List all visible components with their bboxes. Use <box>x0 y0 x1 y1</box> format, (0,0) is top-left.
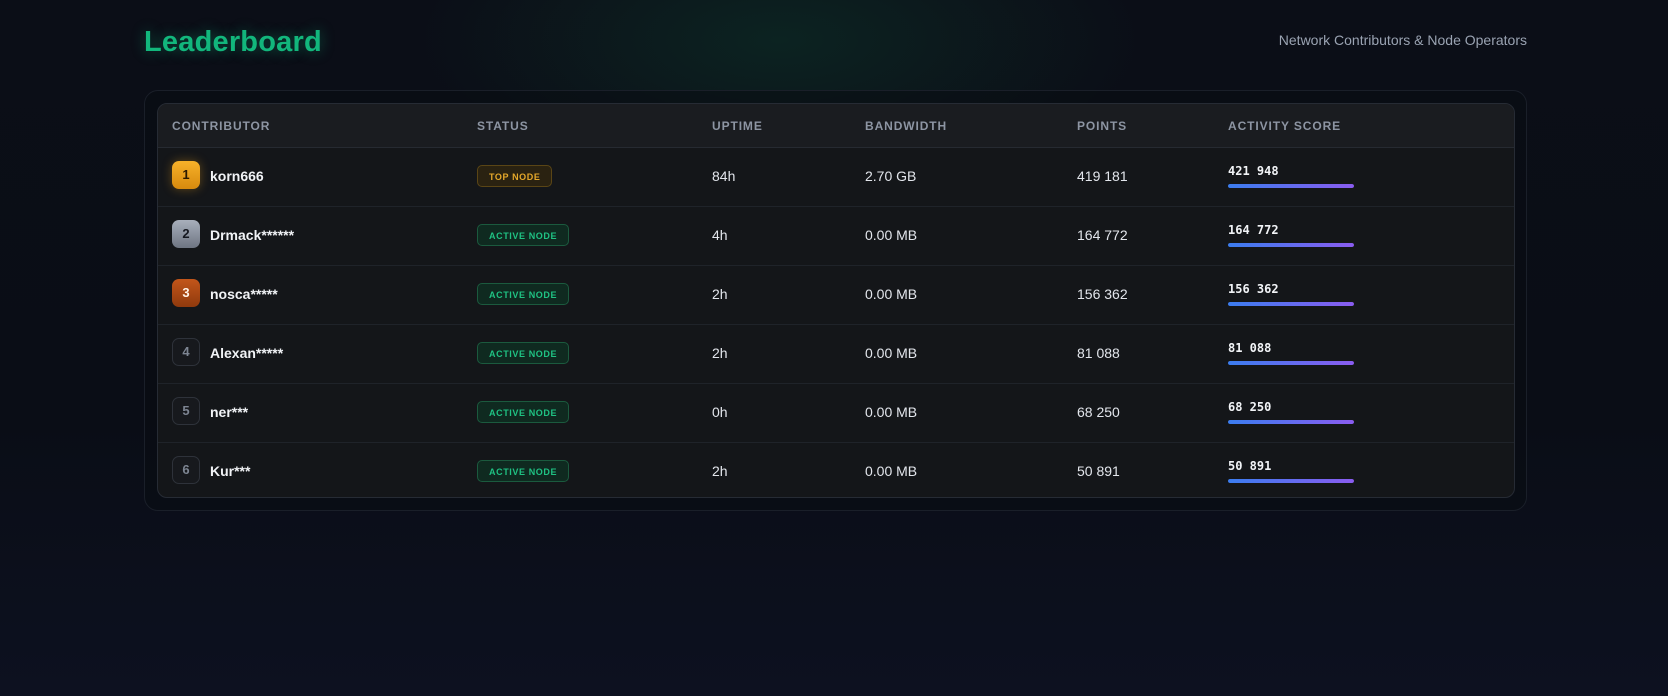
activity-score-bar <box>1228 420 1354 424</box>
activity-score-value: 164 772 <box>1228 223 1279 237</box>
table-row[interactable]: 1 korn666 TOP NODE 84h 2.70 GB 419 181 4… <box>158 148 1514 207</box>
points-value: 81 088 <box>1077 345 1120 361</box>
contributor-name[interactable]: korn666 <box>210 168 264 184</box>
uptime-value: 2h <box>712 345 728 361</box>
column-header-contributor[interactable]: CONTRIBUTOR <box>172 119 270 133</box>
bandwidth-value: 0.00 MB <box>865 463 918 479</box>
status-badge: ACTIVE NODE <box>477 342 570 364</box>
activity-score-bar <box>1228 184 1354 188</box>
status-badge: ACTIVE NODE <box>477 224 570 246</box>
uptime-value: 2h <box>712 286 728 302</box>
column-header-status[interactable]: STATUS <box>477 119 529 133</box>
points-value: 419 181 <box>1077 168 1128 184</box>
rank-badge-bronze: 3 <box>172 279 200 307</box>
table-row[interactable]: 6 Kur*** ACTIVE NODE 2h 0.00 MB 50 891 5… <box>158 443 1514 497</box>
status-badge: TOP NODE <box>477 165 553 187</box>
points-value: 164 772 <box>1077 227 1128 243</box>
page-title: Leaderboard <box>144 26 322 58</box>
table-row[interactable]: 2 Drmack****** ACTIVE NODE 4h 0.00 MB 16… <box>158 207 1514 266</box>
bandwidth-value: 0.00 MB <box>865 227 918 243</box>
rank-badge-silver: 2 <box>172 220 200 248</box>
contributor-name[interactable]: Drmack****** <box>210 227 294 243</box>
activity-score-fill <box>1228 243 1354 247</box>
bandwidth-value: 2.70 GB <box>865 168 917 184</box>
activity-score-fill <box>1228 479 1354 483</box>
bandwidth-value: 0.00 MB <box>865 345 918 361</box>
table-row[interactable]: 3 nosca***** ACTIVE NODE 2h 0.00 MB 156 … <box>158 266 1514 325</box>
activity-score-value: 81 088 <box>1228 341 1272 355</box>
points-value: 50 891 <box>1077 463 1120 479</box>
activity-score-fill <box>1228 184 1354 188</box>
contributor-name[interactable]: Alexan***** <box>210 345 283 361</box>
activity-score-bar <box>1228 302 1354 306</box>
rank-badge: 6 <box>172 456 200 484</box>
points-value: 156 362 <box>1077 286 1128 302</box>
rank-badge-gold: 1 <box>172 161 200 189</box>
contributor-name[interactable]: nosca***** <box>210 286 278 302</box>
table-row[interactable]: 4 Alexan***** ACTIVE NODE 2h 0.00 MB 81 … <box>158 325 1514 384</box>
uptime-value: 4h <box>712 227 728 243</box>
status-badge: ACTIVE NODE <box>477 401 570 423</box>
leaderboard-table: CONTRIBUTOR STATUS UPTIME BANDWIDTH POIN… <box>157 103 1515 498</box>
contributor-name[interactable]: Kur*** <box>210 463 250 479</box>
bandwidth-value: 0.00 MB <box>865 286 918 302</box>
activity-score-bar <box>1228 243 1354 247</box>
page-header: Leaderboard Network Contributors & Node … <box>144 24 1527 64</box>
points-value: 68 250 <box>1077 404 1120 420</box>
leaderboard-card: CONTRIBUTOR STATUS UPTIME BANDWIDTH POIN… <box>144 90 1527 511</box>
activity-score-value: 156 362 <box>1228 282 1279 296</box>
page-subtitle: Network Contributors & Node Operators <box>1278 32 1527 48</box>
activity-score-fill <box>1228 361 1354 365</box>
activity-score-value: 50 891 <box>1228 459 1272 473</box>
status-badge: ACTIVE NODE <box>477 460 570 482</box>
column-header-uptime[interactable]: UPTIME <box>712 119 763 133</box>
column-header-points[interactable]: POINTS <box>1077 119 1127 133</box>
uptime-value: 84h <box>712 168 736 184</box>
contributor-name[interactable]: ner*** <box>210 404 248 420</box>
activity-score-value: 421 948 <box>1228 164 1279 178</box>
status-badge: ACTIVE NODE <box>477 283 570 305</box>
rank-badge: 5 <box>172 397 200 425</box>
uptime-value: 0h <box>712 404 728 420</box>
table-row[interactable]: 5 ner*** ACTIVE NODE 0h 0.00 MB 68 250 6… <box>158 384 1514 443</box>
activity-score-fill <box>1228 420 1354 424</box>
table-header: CONTRIBUTOR STATUS UPTIME BANDWIDTH POIN… <box>158 104 1514 148</box>
column-header-activity-score[interactable]: ACTIVITY SCORE <box>1228 119 1341 133</box>
activity-score-value: 68 250 <box>1228 400 1272 414</box>
activity-score-bar <box>1228 479 1354 483</box>
bandwidth-value: 0.00 MB <box>865 404 918 420</box>
rank-badge: 4 <box>172 338 200 366</box>
column-header-bandwidth[interactable]: BANDWIDTH <box>865 119 947 133</box>
uptime-value: 2h <box>712 463 728 479</box>
activity-score-bar <box>1228 361 1354 365</box>
activity-score-fill <box>1228 302 1354 306</box>
